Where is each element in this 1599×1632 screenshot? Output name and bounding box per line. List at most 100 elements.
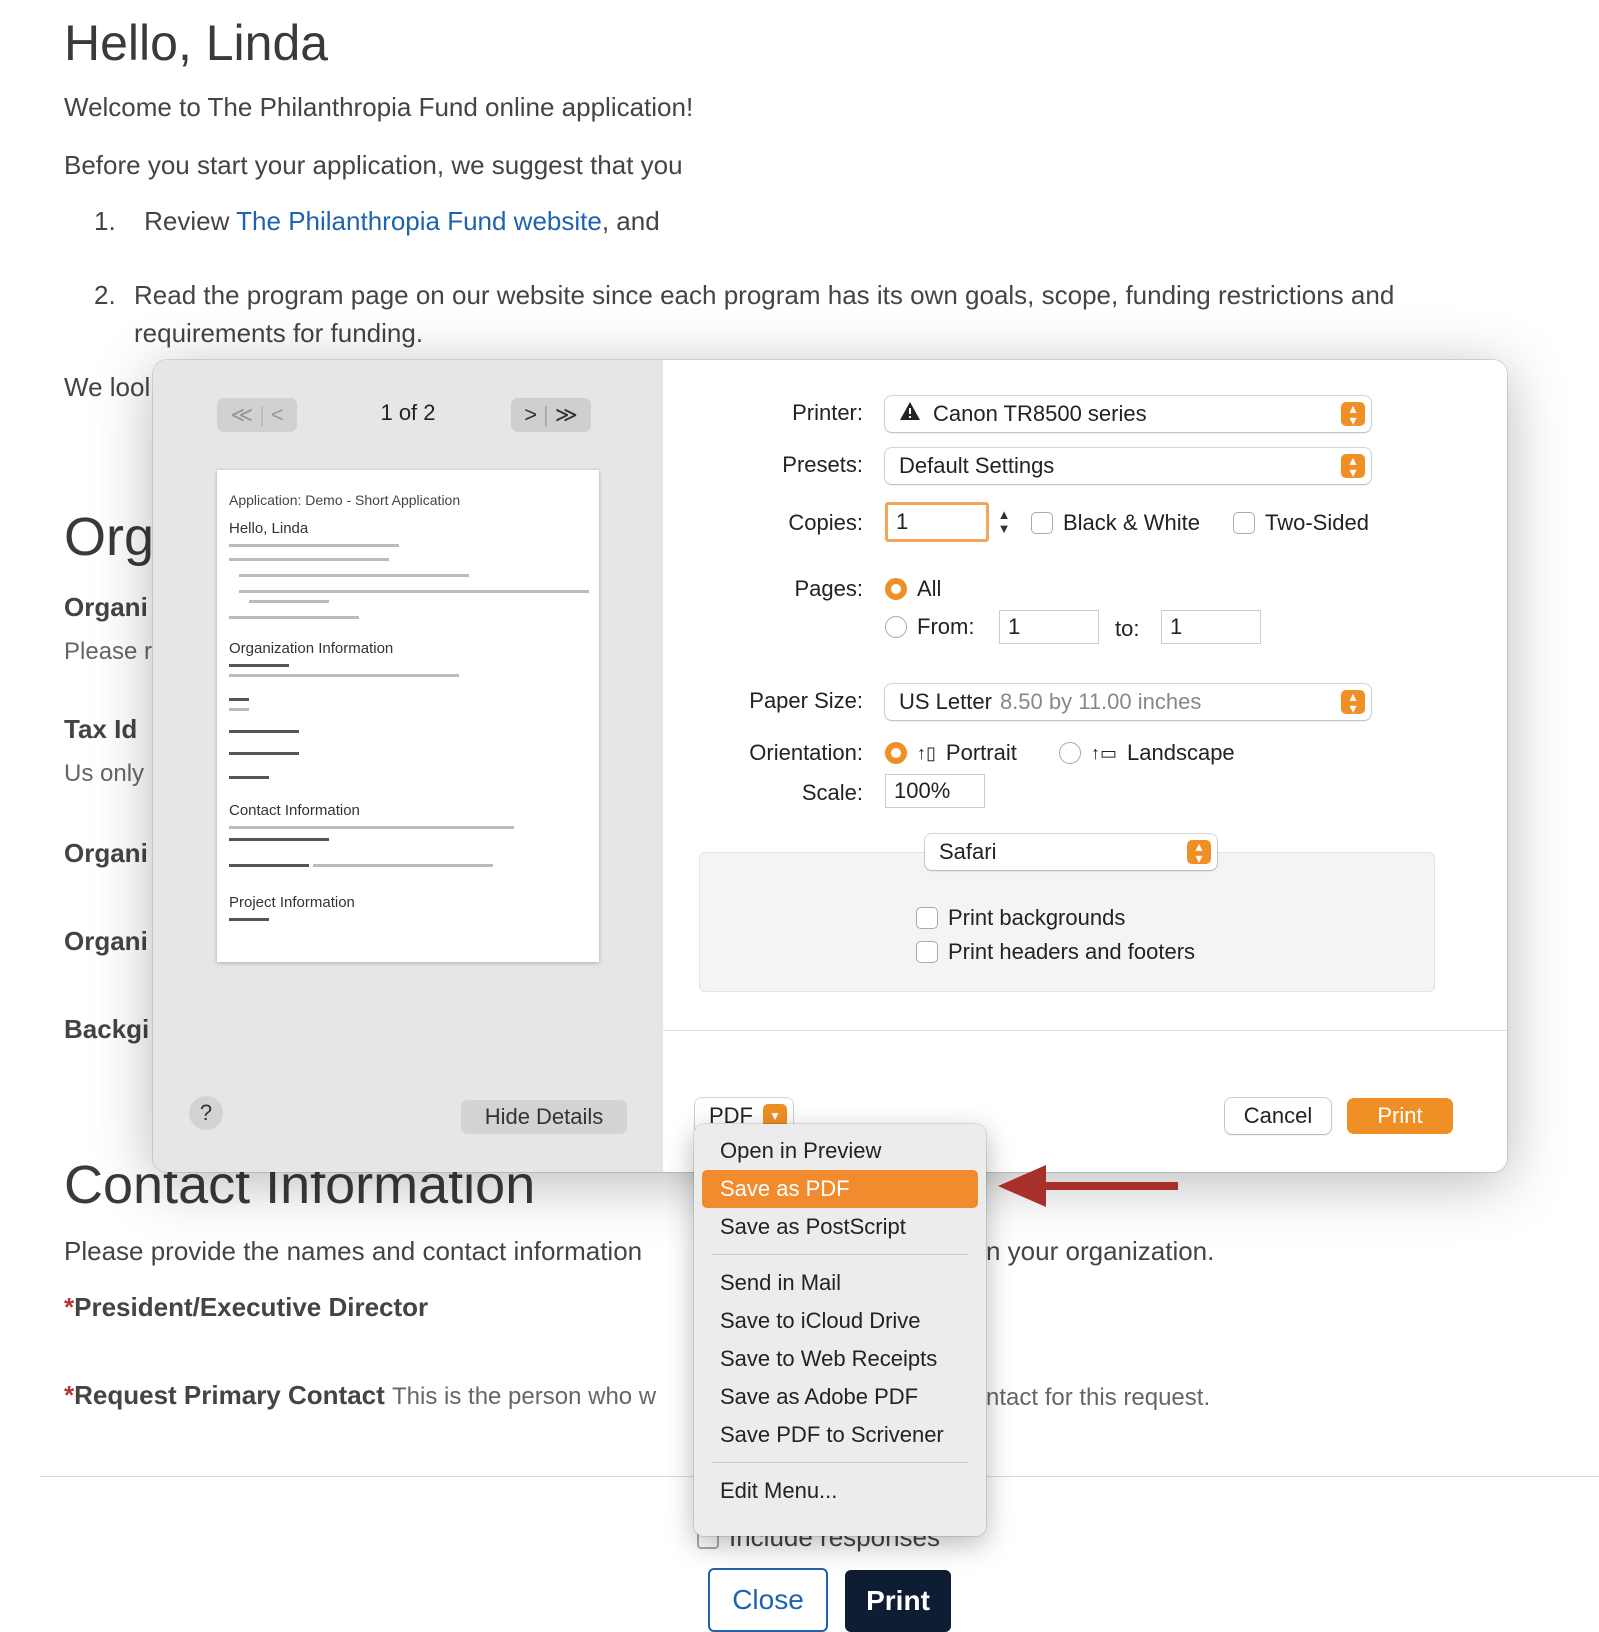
thumb-section-org: Organization Information <box>229 640 394 657</box>
hide-details-button[interactable]: Hide Details <box>461 1100 627 1134</box>
copies-label: Copies: <box>788 510 863 535</box>
last-page-icon[interactable]: ≫ <box>555 402 578 428</box>
black-white-label: Black & White <box>1063 510 1200 535</box>
print-settings-pane: Printer: Canon TR8500 series ▴ ▾ Presets:… <box>663 360 1507 1172</box>
paper-size-label: Paper Size: <box>749 688 863 713</box>
landscape-icon: ↑▭ <box>1091 742 1118 763</box>
greeting-heading: Hello, Linda <box>64 15 329 71</box>
cancel-button[interactable]: Cancel <box>1225 1098 1331 1134</box>
thumb-text-line <box>229 664 289 667</box>
popup-chevron-icon: ▴ ▾ <box>1341 689 1365 715</box>
menu-item-save-as-postscript[interactable]: Save as PostScript <box>702 1208 978 1246</box>
app-section-select[interactable]: Safari ▴ ▾ <box>925 834 1217 870</box>
pages-from-input[interactable]: 1 <box>999 610 1099 644</box>
page-print-button[interactable]: Print <box>845 1570 951 1632</box>
thumb-greeting: Hello, Linda <box>229 520 309 537</box>
pages-all-radio[interactable]: All <box>885 576 941 602</box>
welcome-text: Welcome to The Philanthropia Fund online… <box>64 92 694 122</box>
printer-label: Printer: <box>792 400 863 425</box>
portrait-label: Portrait <box>945 740 1017 765</box>
print-headers-checkbox[interactable]: Print headers and footers <box>916 939 1195 965</box>
org-name-hint: Please r <box>64 638 153 665</box>
thumb-text-line <box>229 616 359 619</box>
step-text: , and <box>601 206 660 236</box>
thumb-text-line <box>229 544 399 547</box>
contact-desc-tail: n your organization. <box>986 1236 1215 1266</box>
org-section-heading: Org <box>64 507 155 567</box>
presets-select[interactable]: Default Settings ▴ ▾ <box>885 448 1371 484</box>
look-forward-text: We lool <box>64 372 151 402</box>
background-label: Backgi <box>64 1014 150 1044</box>
thumb-text-line <box>229 558 389 561</box>
pages-label: Pages: <box>794 576 864 601</box>
thumb-text-line <box>229 730 299 733</box>
help-button[interactable]: ? <box>189 1096 223 1130</box>
step-2-line2: requirements for funding. <box>134 318 424 348</box>
portrait-radio[interactable]: ↑▯ Portrait <box>885 740 1017 766</box>
radio-unselected[interactable] <box>1059 742 1081 764</box>
president-label: *President/Executive Director <box>64 1292 428 1323</box>
thumb-text-line <box>229 864 309 867</box>
copies-input[interactable]: 1 <box>885 502 989 542</box>
checkbox-box[interactable] <box>916 907 938 929</box>
primary-contact-label: *Request Primary Contact This is the per… <box>64 1380 656 1411</box>
popup-chevron-icon: ▴ ▾ <box>1341 401 1365 427</box>
presets-value: Default Settings <box>899 453 1055 478</box>
radio-selected[interactable] <box>885 578 907 600</box>
president-label-text: President/Executive Director <box>74 1292 429 1322</box>
checkbox-box[interactable] <box>916 941 938 963</box>
thumb-text-line <box>313 864 493 867</box>
print-dialog: ≪ | < 1 of 2 > | ≫ Application: Demo - S… <box>153 360 1507 1172</box>
pages-all-label: All <box>917 576 942 601</box>
printer-select[interactable]: Canon TR8500 series ▴ ▾ <box>885 396 1371 432</box>
thumb-section-project: Project Information <box>229 894 355 911</box>
menu-item-save-as-adobe-pdf[interactable]: Save as Adobe PDF <box>702 1378 978 1416</box>
radio-selected[interactable] <box>885 742 907 764</box>
print-button[interactable]: Print <box>1347 1098 1453 1134</box>
thumb-title: Application: Demo - Short Application <box>229 492 461 508</box>
next-page-icon[interactable]: > <box>524 402 537 428</box>
step-number: 1. <box>94 206 116 236</box>
black-white-checkbox[interactable]: Black & White <box>1031 510 1200 536</box>
menu-item-edit-menu[interactable]: Edit Menu... <box>702 1472 978 1510</box>
checkbox-box[interactable] <box>1031 512 1053 534</box>
thumb-text-line <box>229 674 459 677</box>
thumb-text-line <box>229 698 249 701</box>
menu-item-send-in-mail[interactable]: Send in Mail <box>702 1264 978 1302</box>
org-website-label: Organi <box>64 838 148 868</box>
scale-label: Scale: <box>801 780 863 805</box>
print-backgrounds-checkbox[interactable]: Print backgrounds <box>916 905 1125 931</box>
thumb-text-line <box>239 574 469 577</box>
menu-item-open-in-preview[interactable]: Open in Preview <box>702 1132 978 1170</box>
radio-unselected[interactable] <box>885 616 907 638</box>
pages-to-input[interactable]: 1 <box>1161 610 1261 644</box>
primary-contact-label-text: Request Primary Contact <box>74 1380 385 1410</box>
scale-input[interactable]: 100% <box>885 774 985 808</box>
app-options-box: Print backgrounds Print headers and foot… <box>699 852 1435 992</box>
fund-website-link[interactable]: The Philanthropia Fund website <box>236 206 602 236</box>
paper-size-value: US Letter <box>899 689 992 714</box>
preview-next-last-buttons[interactable]: > | ≫ <box>511 398 591 432</box>
thumb-text-line <box>229 918 269 921</box>
checkbox-box[interactable] <box>1233 512 1255 534</box>
menu-separator <box>712 1254 968 1255</box>
orientation-label: Orientation: <box>749 740 863 765</box>
pages-from-radio[interactable]: From: <box>885 614 974 640</box>
menu-item-save-to-web-receipts[interactable]: Save to Web Receipts <box>702 1340 978 1378</box>
copies-stepper[interactable]: ▲ ▼ <box>995 505 1013 539</box>
close-button[interactable]: Close <box>708 1568 828 1632</box>
landscape-radio[interactable]: ↑▭ Landscape <box>1059 740 1235 766</box>
menu-item-save-pdf-to-scrivener[interactable]: Save PDF to Scrivener <box>702 1416 978 1454</box>
primary-contact-desc-tail: ntact for this request. <box>986 1384 1211 1411</box>
pages-to-label: to: <box>1115 616 1140 641</box>
org-name-label: Organi <box>64 592 148 622</box>
thumb-text-line <box>239 590 589 593</box>
menu-item-save-as-pdf[interactable]: Save as PDF <box>702 1170 978 1208</box>
thumb-section-contact: Contact Information <box>229 802 360 819</box>
app-section-value: Safari <box>939 839 997 864</box>
thumb-text-line <box>229 826 514 829</box>
menu-item-save-to-icloud[interactable]: Save to iCloud Drive <box>702 1302 978 1340</box>
menu-separator <box>712 1462 968 1463</box>
paper-size-select[interactable]: US Letter 8.50 by 11.00 inches ▴ ▾ <box>885 684 1371 720</box>
two-sided-checkbox[interactable]: Two-Sided <box>1233 510 1369 536</box>
